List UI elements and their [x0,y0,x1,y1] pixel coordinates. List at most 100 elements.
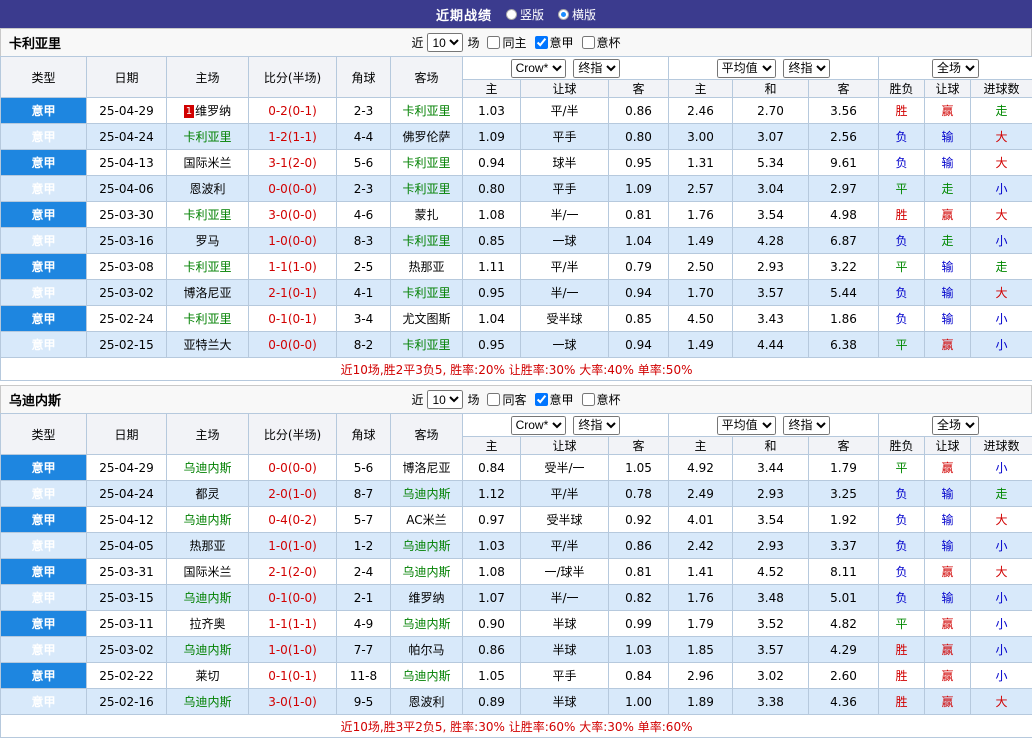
match-count-select[interactable]: 10 [427,390,463,409]
odds-away-cell: 0.99 [609,611,669,637]
league-cell: 意甲 [1,663,87,689]
home-team-link[interactable]: 都灵 [195,487,219,501]
handicap-result-cell: 赢 [925,611,971,637]
goals-cell: 大 [971,559,1032,585]
away-team-link[interactable]: 卡利亚里 [402,156,450,170]
filter-same-venue[interactable]: 同客 [483,391,526,408]
home-team-link[interactable]: 乌迪内斯 [183,695,231,709]
full-match-select[interactable]: 全场 [932,59,979,78]
corner-cell: 8-3 [337,228,391,254]
away-team-link[interactable]: 卡利亚里 [402,104,450,118]
same-venue-checkbox[interactable] [487,36,500,49]
home-team-link[interactable]: 乌迪内斯 [183,513,231,527]
final-average-select[interactable]: 终指 [783,416,830,435]
match-count-select[interactable]: 10 [427,33,463,52]
bookmaker-select[interactable]: Crow* [511,416,566,435]
filter-serie-a[interactable]: 意甲 [531,34,574,51]
away-team-link[interactable]: 卡利亚里 [402,234,450,248]
home-team-link[interactable]: 乌迪内斯 [183,461,231,475]
average-select[interactable]: 平均值 [717,59,776,78]
odds-handicap-cell: 平/半 [521,481,609,507]
result-cell: 负 [879,124,925,150]
coppa-italia-checkbox[interactable] [582,36,595,49]
date-cell: 25-03-08 [87,254,167,280]
league-cell: 意甲 [1,611,87,637]
home-team-link[interactable]: 卡利亚里 [183,312,231,326]
average-select[interactable]: 平均值 [717,416,776,435]
home-team-link[interactable]: 博洛尼亚 [183,286,231,300]
radio-vertical-layout[interactable]: 竖版 [506,6,544,23]
full-match-select[interactable]: 全场 [932,416,979,435]
home-team-link[interactable]: 罗马 [195,234,219,248]
away-team-link[interactable]: 乌迪内斯 [402,669,450,683]
avg-away-cell: 2.60 [809,663,879,689]
away-team-link[interactable]: 恩波利 [408,695,444,709]
handicap-result-cell: 输 [925,481,971,507]
away-team-link[interactable]: 热那亚 [408,260,444,274]
away-team-link[interactable]: 蒙扎 [414,208,438,222]
avg-draw-cell: 3.44 [733,455,809,481]
home-team-link[interactable]: 乌迪内斯 [183,643,231,657]
final-average-select[interactable]: 终指 [783,59,830,78]
away-team-link[interactable]: 卡利亚里 [402,286,450,300]
filter-serie-a[interactable]: 意甲 [531,391,574,408]
away-team-link[interactable]: 乌迪内斯 [402,565,450,579]
odds-handicap-cell: 受半/一 [521,455,609,481]
filter-coppa-italia[interactable]: 意杯 [578,391,621,408]
away-team-link[interactable]: 乌迪内斯 [402,617,450,631]
avg-draw-cell: 3.02 [733,663,809,689]
home-team-link[interactable]: 卡利亚里 [183,130,231,144]
home-team-link[interactable]: 拉齐奥 [189,617,225,631]
home-team-link[interactable]: 亚特兰大 [183,338,231,352]
odds-away-cell: 0.81 [609,559,669,585]
odds-away-cell: 0.81 [609,202,669,228]
league-cell: 意甲 [1,150,87,176]
handicap-result-cell: 赢 [925,559,971,585]
away-cell: 尤文图斯 [391,306,463,332]
col-home: 主场 [167,57,249,98]
away-team-link[interactable]: 佛罗伦萨 [402,130,450,144]
handicap-result-cell: 赢 [925,98,971,124]
home-team-link[interactable]: 国际米兰 [183,156,231,170]
same-venue-checkbox[interactable] [487,393,500,406]
final-odds-select[interactable]: 终指 [573,59,620,78]
home-team-link[interactable]: 卡利亚里 [183,208,231,222]
home-cell: 热那亚 [167,533,249,559]
home-team-link[interactable]: 莱切 [195,669,219,683]
handicap-result-cell: 走 [925,176,971,202]
filter-coppa-italia[interactable]: 意杯 [578,34,621,51]
serie-a-checkbox[interactable] [535,393,548,406]
away-team-link[interactable]: 乌迪内斯 [402,539,450,553]
summary-row: 近10场,胜3平2负5, 胜率:30% 让胜率:60% 大率:30% 单率:60… [1,715,1032,738]
odds-home-cell: 1.05 [463,663,521,689]
away-team-link[interactable]: 博洛尼亚 [402,461,450,475]
avg-draw-cell: 3.52 [733,611,809,637]
away-team-link[interactable]: 尤文图斯 [402,312,450,326]
away-team-link[interactable]: 乌迪内斯 [402,487,450,501]
goals-cell: 小 [971,332,1032,358]
avg-home-cell: 1.76 [669,202,733,228]
away-team-link[interactable]: AC米兰 [406,513,446,527]
col-odds-home: 主 [463,80,521,98]
home-team-link[interactable]: 国际米兰 [183,565,231,579]
home-cell: 乌迪内斯 [167,507,249,533]
home-team-link[interactable]: 乌迪内斯 [183,591,231,605]
filter-same-venue[interactable]: 同主 [483,34,526,51]
bookmaker-select[interactable]: Crow* [511,59,566,78]
coppa-italia-checkbox[interactable] [582,393,595,406]
radio-horizontal-layout[interactable]: 横版 [558,6,596,23]
home-team-link[interactable]: 维罗纳 [195,104,231,118]
serie-a-checkbox[interactable] [535,36,548,49]
away-team-link[interactable]: 卡利亚里 [402,338,450,352]
match-row: 意甲 25-04-12 乌迪内斯 0-4(0-2) 5-7 AC米兰 0.97 … [1,507,1032,533]
home-team-link[interactable]: 恩波利 [189,182,225,196]
home-team-link[interactable]: 热那亚 [189,539,225,553]
away-team-link[interactable]: 卡利亚里 [402,182,450,196]
away-team-link[interactable]: 帕尔马 [408,643,444,657]
result-cell: 负 [879,585,925,611]
final-odds-select[interactable]: 终指 [573,416,620,435]
home-team-link[interactable]: 卡利亚里 [183,260,231,274]
league-cell: 意甲 [1,559,87,585]
corner-cell: 2-4 [337,559,391,585]
away-team-link[interactable]: 维罗纳 [408,591,444,605]
